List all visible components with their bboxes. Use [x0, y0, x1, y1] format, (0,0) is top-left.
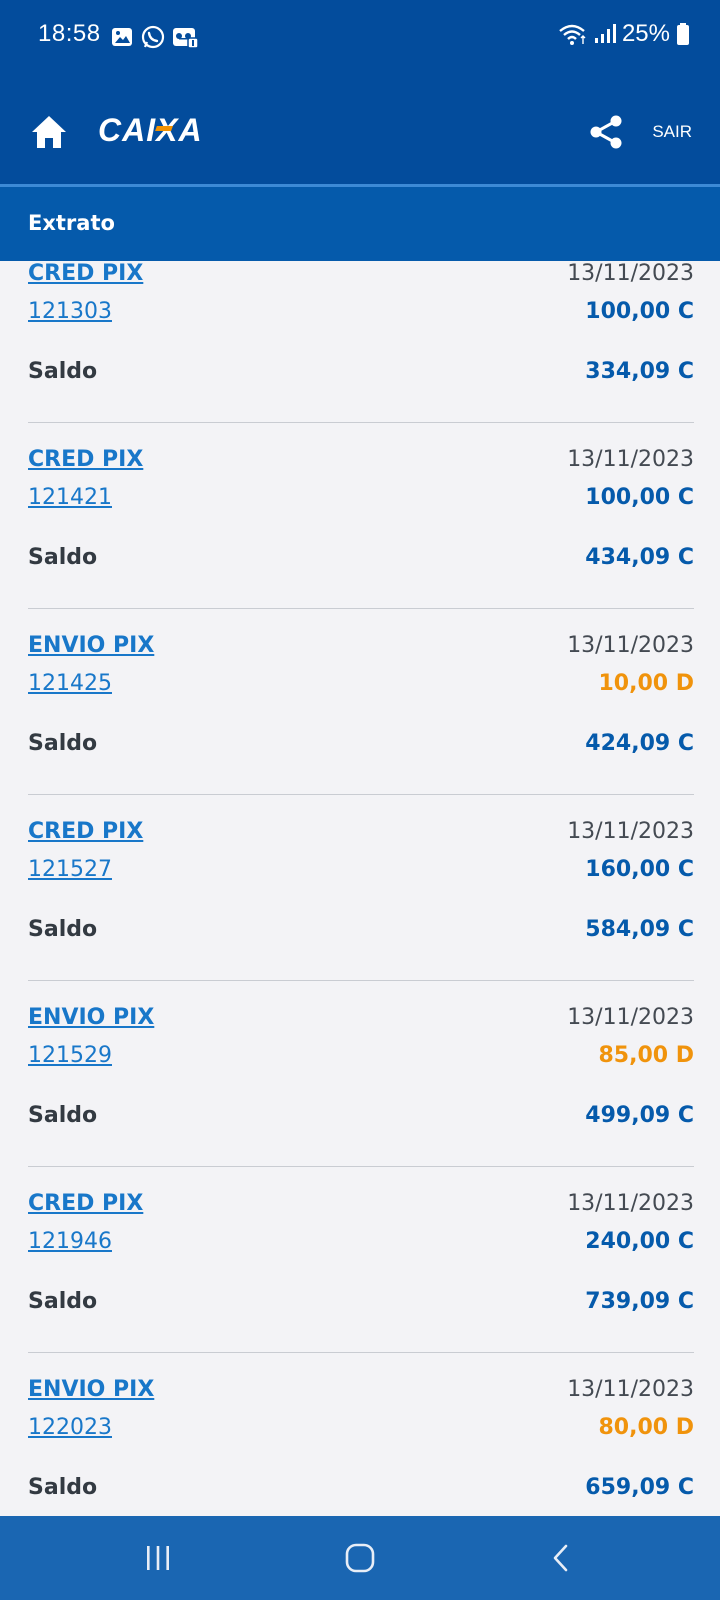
- recent-apps-icon: [147, 1546, 169, 1570]
- balance-value: 584,09 C: [585, 917, 694, 942]
- statement-entry: ENVIO PIX 13/11/2023 122023 80,00 D Sald…: [28, 1377, 694, 1512]
- entry-document-link[interactable]: 121946: [28, 1229, 112, 1254]
- entry-date: 13/11/2023: [567, 633, 694, 658]
- entry-type-link[interactable]: CRED PIX: [28, 261, 143, 286]
- balance-value: 424,09 C: [585, 731, 694, 756]
- entry-divider: [28, 608, 694, 609]
- back-icon: [553, 1544, 568, 1572]
- home-icon[interactable]: [30, 114, 68, 150]
- recent-apps-button[interactable]: [138, 1538, 178, 1578]
- entry-amount: 80,00 D: [598, 1415, 694, 1440]
- balance-label: Saldo: [28, 917, 98, 942]
- entry-divider: [28, 1352, 694, 1353]
- entry-divider: [28, 980, 694, 981]
- entry-amount: 160,00 C: [585, 857, 694, 882]
- entry-type-link[interactable]: CRED PIX: [28, 447, 143, 472]
- balance-label: Saldo: [28, 359, 98, 384]
- statement-entry: CRED PIX 13/11/2023 121946 240,00 C Sald…: [28, 1191, 694, 1377]
- status-time: 18:58: [38, 20, 101, 47]
- statement-entry: CRED PIX 13/11/2023 121303 100,00 C Sald…: [28, 261, 694, 447]
- entry-divider: [28, 1166, 694, 1167]
- whatsapp-icon: [141, 25, 165, 49]
- balance-value: 334,09 C: [585, 359, 694, 384]
- home-circle-icon: [345, 1543, 375, 1573]
- balance-label: Saldo: [28, 1475, 98, 1500]
- entry-type-link[interactable]: ENVIO PIX: [28, 1377, 154, 1402]
- entry-document-link[interactable]: 121529: [28, 1043, 112, 1068]
- entry-amount: 100,00 C: [585, 299, 694, 324]
- battery-icon: [677, 23, 689, 45]
- statement-entry: ENVIO PIX 13/11/2023 121425 10,00 D Sald…: [28, 633, 694, 819]
- entry-document-link[interactable]: 121527: [28, 857, 112, 882]
- share-icon[interactable]: [588, 114, 624, 150]
- page-title: Extrato: [28, 211, 115, 235]
- balance-value: 659,09 C: [585, 1475, 694, 1500]
- statement-list[interactable]: CRED PIX 13/11/2023 121303 100,00 C Sald…: [0, 261, 720, 1512]
- entry-document-link[interactable]: 121303: [28, 299, 112, 324]
- back-nav-button[interactable]: [542, 1538, 582, 1578]
- entry-date: 13/11/2023: [567, 447, 694, 472]
- entry-date: 13/11/2023: [567, 819, 694, 844]
- entry-document-link[interactable]: 121421: [28, 485, 112, 510]
- entry-type-link[interactable]: ENVIO PIX: [28, 1005, 154, 1030]
- balance-value: 739,09 C: [585, 1289, 694, 1314]
- entry-amount: 10,00 D: [598, 671, 694, 696]
- entry-date: 13/11/2023: [567, 1005, 694, 1030]
- status-bar: 18:58 25%: [0, 0, 720, 80]
- entry-amount: 85,00 D: [598, 1043, 694, 1068]
- logout-button[interactable]: SAIR: [652, 122, 692, 142]
- entry-date: 13/11/2023: [567, 1191, 694, 1216]
- entry-amount: 100,00 C: [585, 485, 694, 510]
- caixa-logo-accent: [155, 126, 173, 131]
- statement-entry: CRED PIX 13/11/2023 121421 100,00 C Sald…: [28, 447, 694, 633]
- entry-date: 13/11/2023: [567, 261, 694, 286]
- wifi-icon: [559, 24, 586, 45]
- status-system-icons: 25%: [558, 20, 690, 48]
- entry-amount: 240,00 C: [585, 1229, 694, 1254]
- entry-date: 13/11/2023: [567, 1377, 694, 1402]
- balance-value: 434,09 C: [585, 545, 694, 570]
- gallery-icon: [112, 28, 132, 46]
- caixa-logo: CAIXA: [98, 112, 203, 148]
- battery-percentage: 25%: [621, 20, 670, 47]
- signal-icon: [594, 24, 616, 43]
- balance-label: Saldo: [28, 731, 98, 756]
- voicemail-icon: [173, 28, 199, 49]
- entry-type-link[interactable]: CRED PIX: [28, 1191, 143, 1216]
- entry-document-link[interactable]: 121425: [28, 671, 112, 696]
- balance-label: Saldo: [28, 1289, 98, 1314]
- entry-divider: [28, 422, 694, 423]
- entry-document-link[interactable]: 122023: [28, 1415, 112, 1440]
- balance-label: Saldo: [28, 1103, 98, 1128]
- entry-type-link[interactable]: CRED PIX: [28, 819, 143, 844]
- app-header: CAIXA SAIR: [0, 80, 720, 184]
- status-notification-icons: [110, 24, 200, 50]
- section-header: Extrato: [0, 187, 720, 261]
- balance-value: 499,09 C: [585, 1103, 694, 1128]
- statement-entry: ENVIO PIX 13/11/2023 121529 85,00 D Sald…: [28, 1005, 694, 1191]
- entry-divider: [28, 794, 694, 795]
- entry-type-link[interactable]: ENVIO PIX: [28, 633, 154, 658]
- statement-entry: CRED PIX 13/11/2023 121527 160,00 C Sald…: [28, 819, 694, 1005]
- home-nav-button[interactable]: [340, 1538, 380, 1578]
- balance-label: Saldo: [28, 545, 98, 570]
- system-navigation-bar: [0, 1516, 720, 1600]
